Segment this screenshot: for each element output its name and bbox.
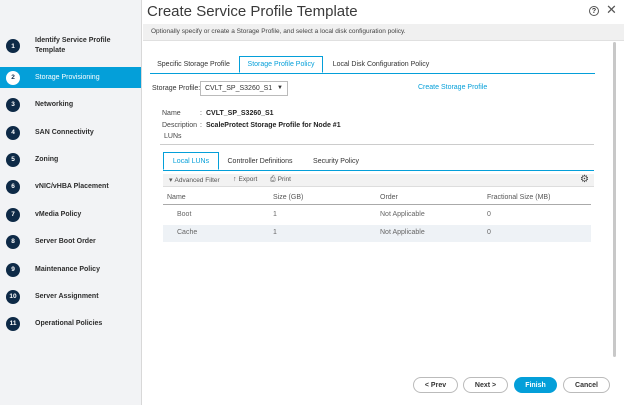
cell-fractional-size: 0 [487, 229, 491, 236]
help-icon[interactable]: ? [589, 6, 599, 16]
step-number: 10 [6, 289, 20, 304]
cancel-button[interactable]: Cancel [563, 377, 610, 393]
description-separator: : [200, 122, 202, 129]
name-separator: : [200, 110, 202, 117]
cell-order: Not Applicable [380, 229, 425, 236]
table-row[interactable]: Cache 1 Not Applicable 0 [163, 225, 591, 242]
step-label: Identify Service Profile Template [35, 37, 111, 54]
print-button[interactable]: ⎙ Print [270, 176, 291, 184]
column-header-name[interactable]: Name [167, 194, 186, 201]
step-number: 7 [6, 207, 20, 222]
sidebar-step-san-connectivity[interactable]: 4 SAN Connectivity [0, 124, 141, 141]
sidebar-step-storage-provisioning[interactable]: 2 Storage Provisioning [0, 67, 141, 88]
column-header-size[interactable]: Size (GB) [273, 194, 303, 201]
filter-icon: ▾ [169, 177, 173, 184]
step-label: Server Assignment [35, 292, 99, 300]
step-label: Zoning [35, 155, 59, 163]
sidebar-step-identify[interactable]: 1 Identify Service Profile Template [0, 33, 141, 59]
finish-button[interactable]: Finish [514, 377, 557, 393]
step-number: 5 [6, 152, 20, 167]
cell-size: 1 [273, 211, 277, 218]
cell-name: Boot [177, 211, 192, 218]
step-number: 6 [6, 179, 20, 194]
table-toolbar: ▾ Advanced Filter ↑ Export ⎙ Print ⚙ [163, 174, 594, 187]
tab-local-luns[interactable]: Local LUNs [163, 152, 219, 170]
tabs-underline [163, 170, 594, 171]
step-number: 8 [6, 234, 20, 249]
advanced-filter-button[interactable]: ▾ Advanced Filter [169, 176, 220, 184]
sidebar-step-maintenance-policy[interactable]: 9 Maintenance Policy [0, 261, 141, 278]
tab-controller-definitions[interactable]: Controller Definitions [224, 152, 296, 170]
wizard-sidebar: 1 Identify Service Profile Template 2 St… [0, 0, 142, 405]
sidebar-step-networking[interactable]: 3 Networking [0, 96, 141, 113]
name-value: CVLT_SP_S3260_S1 [206, 110, 274, 117]
print-label: Print [277, 176, 291, 183]
step-label: Server Boot Order [35, 237, 96, 245]
tabs-underline [150, 73, 595, 74]
section-divider [160, 144, 594, 145]
close-icon[interactable]: ✕ [606, 3, 617, 17]
gear-icon[interactable]: ⚙ [580, 174, 589, 185]
step-number: 2 [6, 70, 20, 85]
step-number: 9 [6, 262, 20, 277]
export-button[interactable]: ↑ Export [233, 176, 257, 183]
luns-table: Name Size (GB) Order Fractional Size (MB… [163, 190, 591, 242]
step-label: Storage Provisioning [35, 73, 100, 81]
sidebar-step-vmedia-policy[interactable]: 7 vMedia Policy [0, 206, 141, 223]
vertical-scrollbar[interactable] [613, 42, 616, 357]
dialog-title: Create Service Profile Template [147, 3, 358, 20]
sidebar-step-vnic-vhba-placement[interactable]: 6 vNIC/vHBA Placement [0, 178, 141, 195]
column-header-order[interactable]: Order [380, 194, 398, 201]
sidebar-step-server-boot-order[interactable]: 8 Server Boot Order [0, 233, 141, 250]
instruction-text: Optionally specify or create a Storage P… [151, 28, 406, 35]
description-value: ScaleProtect Storage Profile for Node #1 [206, 122, 341, 129]
sidebar-step-operational-policies[interactable]: 11 Operational Policies [0, 315, 141, 332]
storage-profile-value: CVLT_SP_S3260_S1 [205, 85, 273, 92]
create-storage-profile-link[interactable]: Create Storage Profile [418, 84, 487, 91]
cell-fractional-size: 0 [487, 211, 491, 218]
step-label: vNIC/vHBA Placement [35, 182, 109, 190]
print-icon: ⎙ [270, 176, 276, 183]
table-row[interactable]: Boot 1 Not Applicable 0 [163, 207, 591, 224]
tab-security-policy[interactable]: Security Policy [305, 152, 367, 170]
cell-order: Not Applicable [380, 211, 425, 218]
step-number: 11 [6, 316, 20, 331]
step-label: Networking [35, 100, 74, 108]
step-number: 1 [6, 39, 20, 53]
step-number: 3 [6, 97, 20, 112]
luns-section-title: LUNs [164, 133, 182, 140]
sidebar-step-zoning[interactable]: 5 Zoning [0, 151, 141, 168]
storage-profile-select[interactable]: CVLT_SP_S3260_S1 ▼ [200, 81, 288, 96]
step-label: SAN Connectivity [35, 128, 94, 136]
cell-name: Cache [177, 229, 198, 236]
export-icon: ↑ [233, 176, 237, 183]
tab-local-disk-configuration-policy[interactable]: Local Disk Configuration Policy [326, 56, 436, 73]
export-label: Export [238, 176, 258, 183]
instruction-bar: Optionally specify or create a Storage P… [143, 24, 624, 41]
next-button[interactable]: Next > [463, 377, 508, 393]
chevron-down-icon: ▼ [277, 85, 283, 91]
name-label: Name [162, 110, 181, 117]
step-label: Maintenance Policy [35, 265, 100, 273]
step-label: Operational Policies [35, 319, 103, 327]
step-label: vMedia Policy [35, 210, 82, 218]
column-header-fractional-size[interactable]: Fractional Size (MB) [487, 194, 550, 201]
tab-specific-storage-profile[interactable]: Specific Storage Profile [150, 56, 237, 73]
prev-button[interactable]: < Prev [413, 377, 458, 393]
cell-size: 1 [273, 229, 277, 236]
step-number: 4 [6, 125, 20, 140]
storage-profile-label: Storage Profile: [152, 85, 201, 92]
advanced-filter-label: Advanced Filter [174, 177, 220, 184]
tab-storage-profile-policy[interactable]: Storage Profile Policy [239, 56, 323, 73]
sidebar-step-server-assignment[interactable]: 10 Server Assignment [0, 288, 141, 305]
description-label: Description [162, 122, 198, 129]
table-header-row: Name Size (GB) Order Fractional Size (MB… [163, 190, 591, 205]
